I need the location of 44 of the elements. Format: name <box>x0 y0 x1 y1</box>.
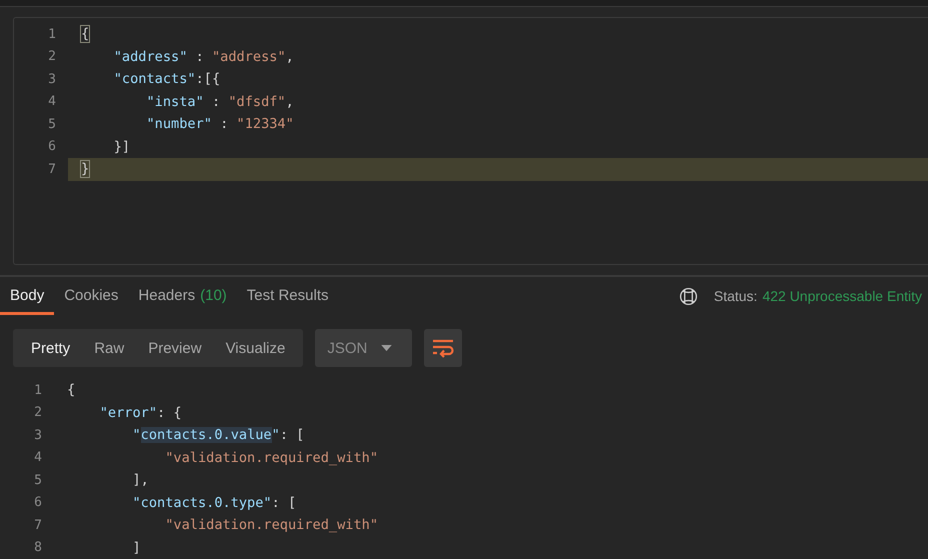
view-mode-tab[interactable]: Preview <box>136 329 214 367</box>
code-line: "insta" : "dfsdf", <box>145 92 295 112</box>
response-tab[interactable]: Body <box>0 277 54 315</box>
wrap-lines-button[interactable] <box>424 329 462 367</box>
code-line: "error": { <box>98 404 182 421</box>
view-mode-tab[interactable]: Raw <box>82 329 136 367</box>
line-number: 6 <box>47 139 56 154</box>
code-line: }] <box>112 138 132 157</box>
line-number: 1 <box>33 382 42 398</box>
line-number: 7 <box>33 518 42 533</box>
line-number: 3 <box>47 72 56 87</box>
request-body-editor[interactable]: 1 { 2 "address" : "address", 3 "contacts":[{ 4 "insta" : "dfsdf", 5 "number" : "12334" 6 }] 7 } <box>13 17 928 265</box>
response-tab[interactable]: Test Results <box>236 277 338 315</box>
line-number: 8 <box>33 540 42 556</box>
line-number: 5 <box>47 116 56 132</box>
status-value: 422 Unprocessable Entity <box>762 288 922 304</box>
code-line: ] <box>131 540 141 556</box>
code-line: "validation.required_with" <box>164 450 378 466</box>
line-number: 4 <box>47 94 56 110</box>
code-line: ], <box>131 472 149 488</box>
response-tab[interactable]: Cookies <box>54 277 128 315</box>
line-number: 2 <box>47 49 56 64</box>
view-mode-tab[interactable]: Visualize <box>214 329 298 367</box>
line-number: 6 <box>33 495 42 510</box>
caret-icon <box>381 344 392 352</box>
code-line: { <box>67 382 76 398</box>
line-number: 2 <box>33 405 42 420</box>
view-mode-tab[interactable]: Pretty <box>19 329 82 367</box>
line-number: 4 <box>33 450 42 466</box>
globe-icon[interactable] <box>678 286 698 306</box>
response-tab[interactable]: Headers (10) <box>128 277 237 315</box>
code-line: "number" : "12334" <box>145 115 295 134</box>
code-line: "contacts.0.type": [ <box>131 494 296 511</box>
format-dropdown[interactable]: JSON <box>315 329 412 367</box>
line-number: 7 <box>47 162 56 177</box>
wrap-lines-icon <box>432 338 454 358</box>
status-label: Status: <box>714 288 758 304</box>
line-number: 1 <box>47 26 56 42</box>
code-line: "validation.required_with" <box>164 517 378 534</box>
code-line: "contacts":[{ <box>112 70 222 90</box>
line-number: 3 <box>33 428 42 443</box>
line-number: 5 <box>33 472 42 488</box>
code-line: { <box>80 25 90 44</box>
code-line: "address" : "address", <box>112 48 295 67</box>
